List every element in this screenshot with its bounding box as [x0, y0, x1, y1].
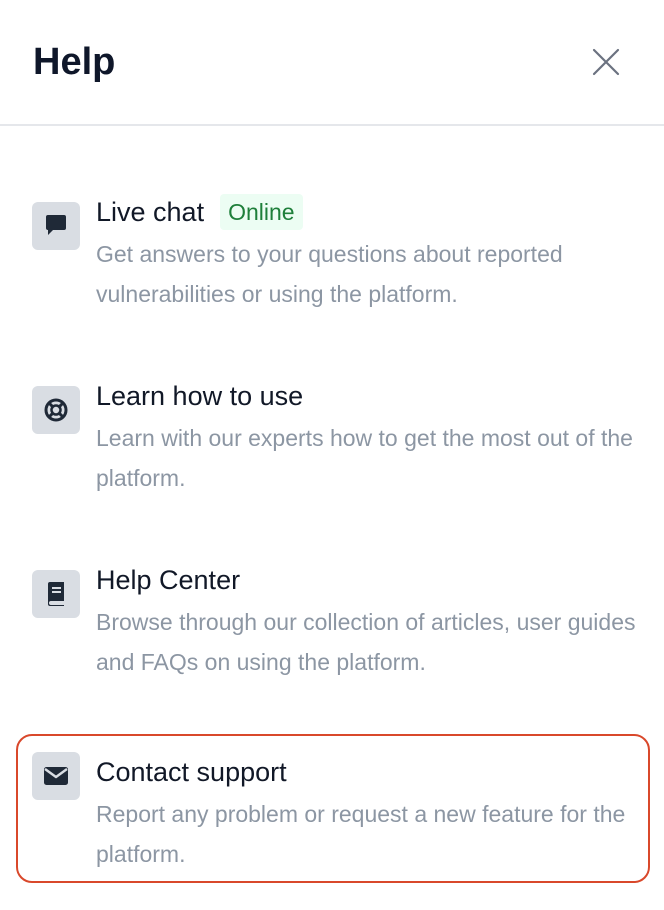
close-button[interactable] [589, 45, 623, 79]
help-item-live-chat[interactable]: Live chat Online Get answers to your que… [16, 188, 650, 328]
item-title: Help Center [96, 565, 241, 595]
item-description: Learn with our experts how to get the mo… [96, 425, 633, 491]
panel-title: Help [33, 41, 116, 83]
help-item-learn-how-to-use[interactable]: Learn how to use Learn with our experts … [16, 372, 650, 512]
close-icon [592, 48, 620, 76]
item-description: Get answers to your questions about repo… [96, 241, 563, 307]
panel-header: Help [0, 0, 664, 126]
help-panel: Help Live chat Online Get answers to you… [0, 0, 664, 910]
item-title: Live chat [96, 197, 205, 227]
lifebuoy-icon [32, 386, 80, 434]
help-item-help-center[interactable]: Help Center Browse through our collectio… [16, 556, 650, 696]
status-badge: Online [220, 194, 303, 230]
item-description: Report any problem or request a new feat… [96, 801, 626, 867]
book-icon [32, 570, 80, 618]
envelope-icon [32, 752, 80, 800]
help-item-contact-support[interactable]: Contact support Report any problem or re… [16, 734, 650, 883]
chat-bubble-icon [32, 202, 80, 250]
item-description: Browse through our collection of article… [96, 609, 636, 675]
item-title: Learn how to use [96, 381, 304, 411]
item-title: Contact support [96, 757, 287, 787]
